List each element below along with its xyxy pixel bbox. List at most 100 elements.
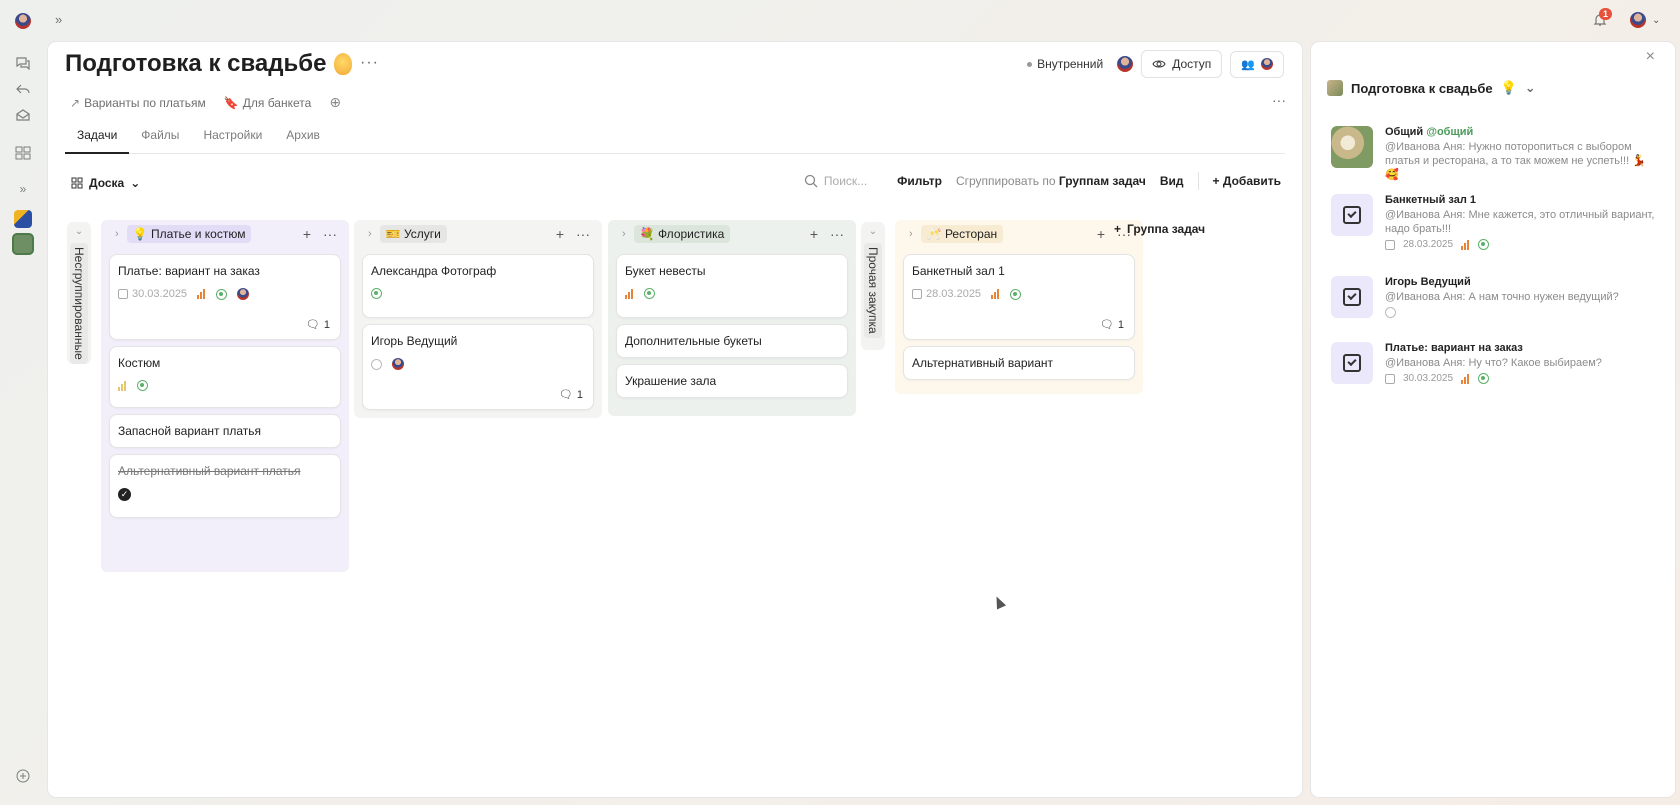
more-icon[interactable]: ··· xyxy=(576,226,590,242)
calendar-icon xyxy=(118,289,128,299)
column-dress-suit: › 💡 Платье и костюм + ··· Платье: вариант… xyxy=(101,220,349,572)
priority-icon xyxy=(118,380,127,391)
task-icon xyxy=(1343,206,1361,224)
comment-icon: 🗨 xyxy=(305,319,320,331)
chat-item[interactable]: Банкетный зал 1 @Иванова Аня: Мне кажетс… xyxy=(1331,194,1661,250)
task-card[interactable]: Дополнительные букеты xyxy=(616,324,848,358)
project-icon[interactable] xyxy=(12,233,34,255)
more-icon[interactable]: ··· xyxy=(323,226,337,242)
add-group-button[interactable]: + Группа задач xyxy=(1114,222,1205,236)
add-card-icon[interactable]: + xyxy=(303,226,311,242)
priority-icon xyxy=(625,288,634,299)
add-card-icon[interactable]: + xyxy=(810,226,818,242)
more-icon[interactable]: ··· xyxy=(830,226,844,242)
task-card[interactable]: Игорь Ведущий 🗨 1 xyxy=(362,324,594,410)
chevron-down-icon[interactable]: ⌄ xyxy=(861,222,885,237)
lightbulb-icon: 💡 xyxy=(1500,80,1517,95)
comment-icon: 🗨 xyxy=(558,389,573,401)
calendar-icon xyxy=(1385,239,1395,250)
chat-item[interactable]: Общий @общий @Иванова Аня: Нужно потороп… xyxy=(1331,126,1661,182)
column-floristry: › 💐 Флористика + ··· Букет невесты Дополн… xyxy=(608,220,856,416)
column-title[interactable]: 🥂 Ресторан xyxy=(920,225,1004,243)
task-icon xyxy=(1343,354,1361,372)
close-icon[interactable]: × xyxy=(1646,48,1655,66)
access-button[interactable]: Доступ xyxy=(1141,50,1223,78)
add-link-icon[interactable]: ⊕ xyxy=(329,94,341,111)
view-selector[interactable]: Доска ⌄ xyxy=(71,176,140,190)
add-card-icon[interactable]: + xyxy=(1097,226,1105,242)
link-dresses[interactable]: ↗ Варианты по платьям xyxy=(70,96,206,110)
column-title[interactable]: 💐 Флористика xyxy=(633,225,731,243)
link-banquet[interactable]: 🔖 Для банкета xyxy=(224,96,312,110)
members-button[interactable]: 👥 xyxy=(1230,50,1284,78)
misc-purchase-column[interactable]: ⌄ Прочая закупка xyxy=(861,222,885,350)
lightbulb-icon xyxy=(334,53,353,75)
task-chat-avatar xyxy=(1331,342,1373,384)
expand-sidebar-icon[interactable]: » xyxy=(55,12,62,27)
view-button[interactable]: Вид xyxy=(1160,174,1184,188)
clock-icon xyxy=(1385,307,1396,318)
visibility-badge[interactable]: Внутренний xyxy=(1021,52,1109,76)
chevron-down-icon[interactable]: ⌄ xyxy=(67,222,91,237)
chevron-right-icon[interactable]: › xyxy=(622,228,626,240)
chevron-right-icon[interactable]: › xyxy=(368,228,372,240)
status-icon xyxy=(644,288,655,299)
user-avatar[interactable] xyxy=(12,10,34,32)
tab-settings[interactable]: Настройки xyxy=(191,122,274,154)
status-icon xyxy=(371,288,382,299)
ungrouped-column[interactable]: ⌄ Несгруппированные xyxy=(67,222,91,364)
task-card[interactable]: Альтернативный вариант xyxy=(903,346,1135,380)
main-panel: Подготовка к свадьбе ··· Внутренний Дост… xyxy=(48,42,1302,797)
status-icon xyxy=(216,288,228,300)
chevron-down-icon: ⌄ xyxy=(1524,80,1536,95)
more-icon[interactable]: ··· xyxy=(360,54,379,72)
reply-icon[interactable] xyxy=(12,78,34,100)
chevron-right-icon[interactable]: › xyxy=(115,228,119,240)
bookmark-icon: 🔖 xyxy=(223,95,239,110)
task-chat-avatar xyxy=(1331,194,1373,236)
board-icon xyxy=(71,177,83,189)
task-card[interactable]: Букет невесты xyxy=(616,254,848,318)
inbox-icon[interactable] xyxy=(12,104,34,126)
task-card[interactable]: Запасной вариант платья xyxy=(109,414,341,448)
chat-item[interactable]: Игорь Ведущий @Иванова Аня: А нам точно … xyxy=(1331,276,1661,318)
task-chat-avatar xyxy=(1331,276,1373,318)
more-icon[interactable]: ··· xyxy=(1272,92,1286,108)
comment-count: 🗨 1 xyxy=(558,388,583,402)
column-title[interactable]: 🎫 Услуги xyxy=(379,225,447,243)
dashboard-icon[interactable] xyxy=(12,142,34,164)
task-card[interactable]: Альтернативный вариант платья ✓ xyxy=(109,454,341,518)
column-title[interactable]: 💡 Платье и костюм xyxy=(126,225,252,243)
search-input[interactable]: Поиск... xyxy=(804,174,867,188)
side-panel-title[interactable]: Подготовка к свадьбе 💡 ⌄ xyxy=(1327,80,1536,96)
owner-avatar[interactable] xyxy=(1117,56,1134,72)
workspace-icon[interactable] xyxy=(12,208,34,230)
chat-item[interactable]: Платье: вариант на заказ @Иванова Аня: Н… xyxy=(1331,342,1661,384)
chat-side-panel: × Подготовка к свадьбе 💡 ⌄ Общий @общий … xyxy=(1311,42,1675,797)
user-menu[interactable]: ⌄ xyxy=(1630,12,1660,28)
expand-icon[interactable]: » xyxy=(12,178,34,200)
priority-icon xyxy=(197,289,206,299)
comment-count: 🗨 1 xyxy=(305,318,330,332)
add-button[interactable]: + Добавить xyxy=(1213,174,1281,188)
tabs: Задачи Файлы Настройки Архив xyxy=(65,122,1285,154)
group-by-selector[interactable]: Сгруппировать по Группам задач xyxy=(956,174,1146,188)
task-icon xyxy=(1343,288,1361,306)
tab-files[interactable]: Файлы xyxy=(129,122,191,154)
chevron-right-icon[interactable]: › xyxy=(909,228,913,240)
task-card[interactable]: Банкетный зал 1 28.03.2025 🗨 1 xyxy=(903,254,1135,340)
task-card[interactable]: Александра Фотограф xyxy=(362,254,594,318)
add-card-icon[interactable]: + xyxy=(556,226,564,242)
tab-archive[interactable]: Архив xyxy=(274,122,332,154)
pinned-links: ↗ Варианты по платьям 🔖 Для банкета ⊕ xyxy=(70,94,341,111)
chat-avatar xyxy=(1331,126,1373,168)
task-card[interactable]: Украшение зала xyxy=(616,364,848,398)
calendar-icon xyxy=(912,289,922,299)
chats-icon[interactable] xyxy=(12,52,34,74)
clock-icon xyxy=(371,358,382,370)
add-icon[interactable] xyxy=(12,765,34,787)
task-card[interactable]: Платье: вариант на заказ 30.03.2025 🗨 1 xyxy=(109,254,341,340)
task-card[interactable]: Костюм xyxy=(109,346,341,408)
tab-tasks[interactable]: Задачи xyxy=(65,122,130,154)
filter-button[interactable]: Фильтр xyxy=(897,174,942,188)
